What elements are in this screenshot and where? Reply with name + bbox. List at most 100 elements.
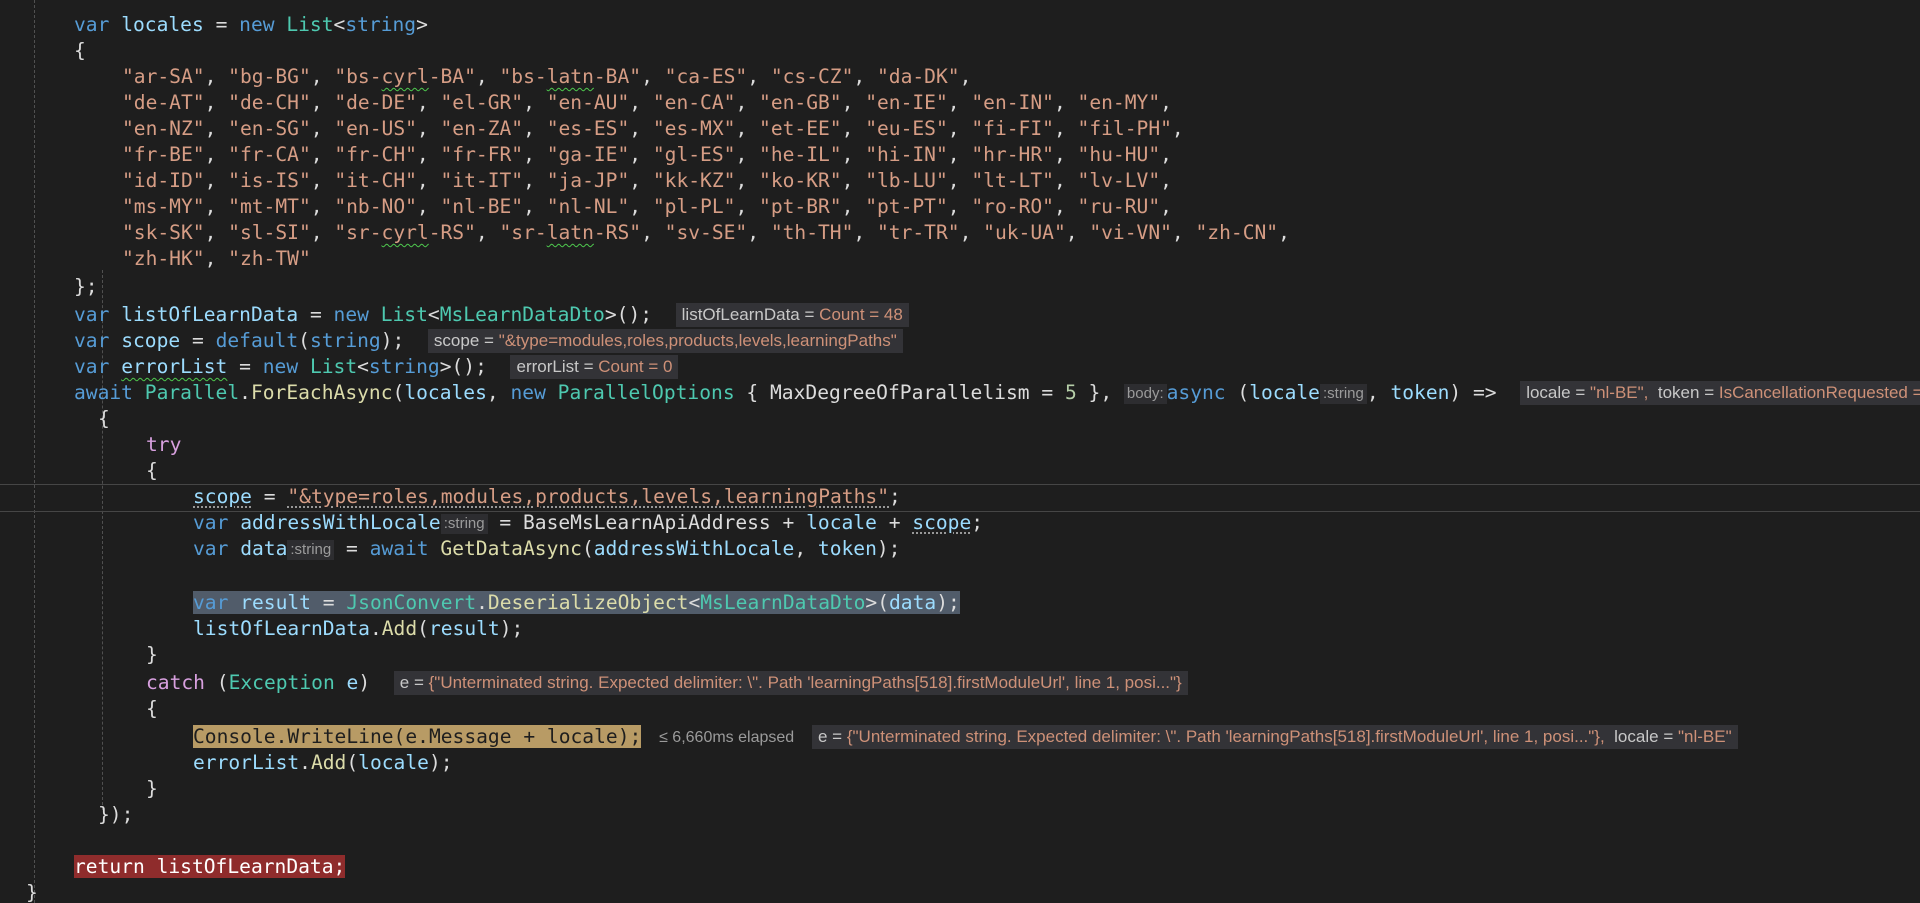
generic-open: <	[688, 591, 701, 614]
code-line-locale-row[interactable]: "sk-SK", "sl-SI", "sr-cyrl-RS", "sr-latn…	[122, 220, 1290, 246]
code-line-locales-decl[interactable]: var locales = new List<string>	[74, 12, 428, 38]
code-line-lambda-open[interactable]: {	[98, 406, 110, 432]
locale-string: "nl-BE"	[440, 195, 524, 218]
code-line-locale-row[interactable]: "zh-HK", "zh-TW"	[122, 246, 311, 272]
code-line-locale-row[interactable]: "de-AT", "de-CH", "de-DE", "el-GR", "en-…	[122, 90, 1172, 116]
comma: ,	[310, 143, 335, 166]
datatip-exception[interactable]: e = {"Unterminated string. Expected deli…	[393, 671, 1188, 695]
code-line-error-decl[interactable]: var errorList = new List<string>(); erro…	[74, 354, 679, 380]
code-line-locale-row[interactable]: "ar-SA", "bg-BG", "bs-cyrl-BA", "bs-latn…	[122, 64, 971, 90]
comma: ,	[853, 65, 877, 88]
identifier-result: result	[240, 591, 311, 614]
keyword-new: new	[239, 13, 275, 36]
operator: =	[191, 329, 204, 352]
comma: ,	[1171, 117, 1184, 140]
inlay-hint-string: :string	[1319, 384, 1367, 404]
locale-string: "pt-BR"	[759, 195, 842, 218]
prop-maxdegree: MaxDegreeOfParallelism	[770, 381, 1030, 404]
comma: ,	[204, 221, 229, 244]
code-line-await-parallel[interactable]: await Parallel.ForEachAsync(locales, new…	[74, 380, 1920, 406]
arg-addressWithLocale: addressWithLocale	[593, 537, 795, 560]
code-line-return[interactable]: return listOfLearnData;	[74, 854, 346, 880]
locale-string: "en-MY"	[1077, 91, 1161, 114]
datatip-eq: =	[484, 331, 494, 350]
datatip-name: listOfLearnData	[681, 305, 800, 324]
locale-string: "ca-ES"	[664, 65, 748, 88]
code-line-scope-decl[interactable]: var scope = default(string); scope = "&t…	[74, 328, 903, 354]
operator: +	[523, 725, 536, 748]
code-line-data-decl[interactable]: var data:string = await GetDataAsync(add…	[193, 536, 900, 562]
code-line-method-close[interactable]: }	[26, 880, 38, 903]
code-line-learn-decl[interactable]: var listOfLearnData = new List<MsLearnDa…	[74, 302, 909, 328]
code-line-catch[interactable]: catch (Exception e) e = {"Unterminated s…	[146, 670, 1188, 696]
code-line-address-decl[interactable]: var addressWithLocale:string = BaseMsLea…	[193, 510, 983, 536]
locale-string: "bg-BG"	[228, 65, 311, 88]
identifier-scope: scope	[121, 329, 181, 352]
locale-string: "sk-SK"	[122, 221, 205, 244]
code-line-locale-row[interactable]: "fr-BE", "fr-CA", "fr-CH", "fr-FR", "ga-…	[122, 142, 1172, 168]
code-line-locale-row[interactable]: "ms-MY", "mt-MT", "nb-NO", "nl-BE", "nl-…	[122, 194, 1172, 220]
type-exception: Exception	[228, 671, 335, 694]
comma: ,	[629, 169, 653, 192]
perftip-elapsed[interactable]: ≤ 6,660ms elapsed	[653, 725, 800, 751]
code-line-console-writeline[interactable]: Console.WriteLine(e.Message + locale); ≤…	[193, 724, 1738, 750]
code-line-result-decl[interactable]: var result = JsonConvert.DeserializeObje…	[193, 590, 960, 616]
comma: ,	[947, 91, 972, 114]
comma: ,	[204, 91, 229, 114]
keyword-var: var	[193, 511, 229, 534]
keyword-async: async	[1166, 381, 1226, 404]
prop-message: Message	[428, 725, 512, 748]
locale-string: "lt-LT"	[971, 169, 1054, 192]
datatip-lambda-params[interactable]: locale = "nl-BE", token = IsCancellation…	[1520, 381, 1920, 405]
datatip-name: locale	[1526, 383, 1571, 402]
code-line-add-result[interactable]: listOfLearnData.Add(result);	[193, 616, 523, 642]
locale-string: "eu-ES"	[865, 117, 948, 140]
identifier-data: data	[240, 537, 288, 560]
tail: );	[617, 725, 642, 748]
code-line-lambda-close[interactable]: });	[98, 802, 133, 828]
generic-open: <	[357, 355, 369, 378]
code-line-open-brace[interactable]: {	[74, 38, 86, 64]
arg-data: data	[889, 591, 937, 614]
type-list: List	[286, 13, 334, 36]
datatip-errorList[interactable]: errorList = Count = 0	[510, 355, 679, 379]
datatip-scope[interactable]: scope = "&type=modules,roles,products,le…	[427, 329, 903, 353]
code-line-try[interactable]: try	[146, 432, 181, 458]
code-line-close-brace[interactable]: };	[74, 274, 98, 300]
locale-string: "ko-KR"	[759, 169, 842, 192]
code-line-errorlist-add[interactable]: errorList.Add(locale);	[193, 750, 453, 776]
code-line-locale-row[interactable]: "en-NZ", "en-SG", "en-US", "en-ZA", "es-…	[122, 116, 1184, 142]
datatip-eq: =	[804, 305, 815, 324]
datatip-eq: =	[1575, 383, 1586, 402]
current-statement-highlight: Console.WriteLine(e.Message + locale);	[193, 725, 642, 748]
locale-string: "zh-CN"	[1195, 221, 1279, 244]
comma: ,	[310, 117, 335, 140]
code-line-catch-open[interactable]: {	[146, 696, 158, 722]
datatip-listOfLearnData[interactable]: listOfLearnData = Count = 48	[675, 303, 909, 327]
comma: ,	[1053, 117, 1078, 140]
code-line-catch-close[interactable]: }	[146, 776, 158, 802]
datatip-eq: =	[832, 727, 843, 746]
paren: (	[1237, 381, 1250, 404]
code-line-locale-row[interactable]: "id-ID", "is-IS", "it-CH", "it-IT", "ja-…	[122, 168, 1172, 194]
comma: ,	[853, 221, 877, 244]
code-line-try-close[interactable]: }	[146, 642, 158, 668]
datatip-value: IsCancellationRequested = false	[1718, 383, 1920, 402]
paren: (	[392, 381, 405, 404]
code-editor[interactable]: var locales = new List<string> { "ar-SA"…	[0, 0, 1920, 903]
code-line-try-open[interactable]: {	[146, 458, 158, 484]
type-list: List	[309, 355, 358, 378]
keyword-default: default	[215, 329, 299, 352]
comma: ,	[1160, 195, 1172, 218]
code-line-scope-assign[interactable]: scope = "&type=roles,modules,products,le…	[193, 484, 901, 510]
comma: ,	[310, 65, 335, 88]
locale-string: "mt-MT"	[228, 195, 311, 218]
operator: =	[239, 355, 251, 378]
comma: ,	[735, 91, 760, 114]
type-dto: MsLearnDataDto	[439, 303, 605, 326]
datatip-writeline[interactable]: e = {"Unterminated string. Expected deli…	[811, 725, 1738, 749]
locale-string: "zh-TW"	[228, 247, 311, 270]
comma: ,	[416, 91, 441, 114]
locale-string: "de-AT"	[122, 91, 205, 114]
locale-string: "nl-NL"	[546, 195, 630, 218]
